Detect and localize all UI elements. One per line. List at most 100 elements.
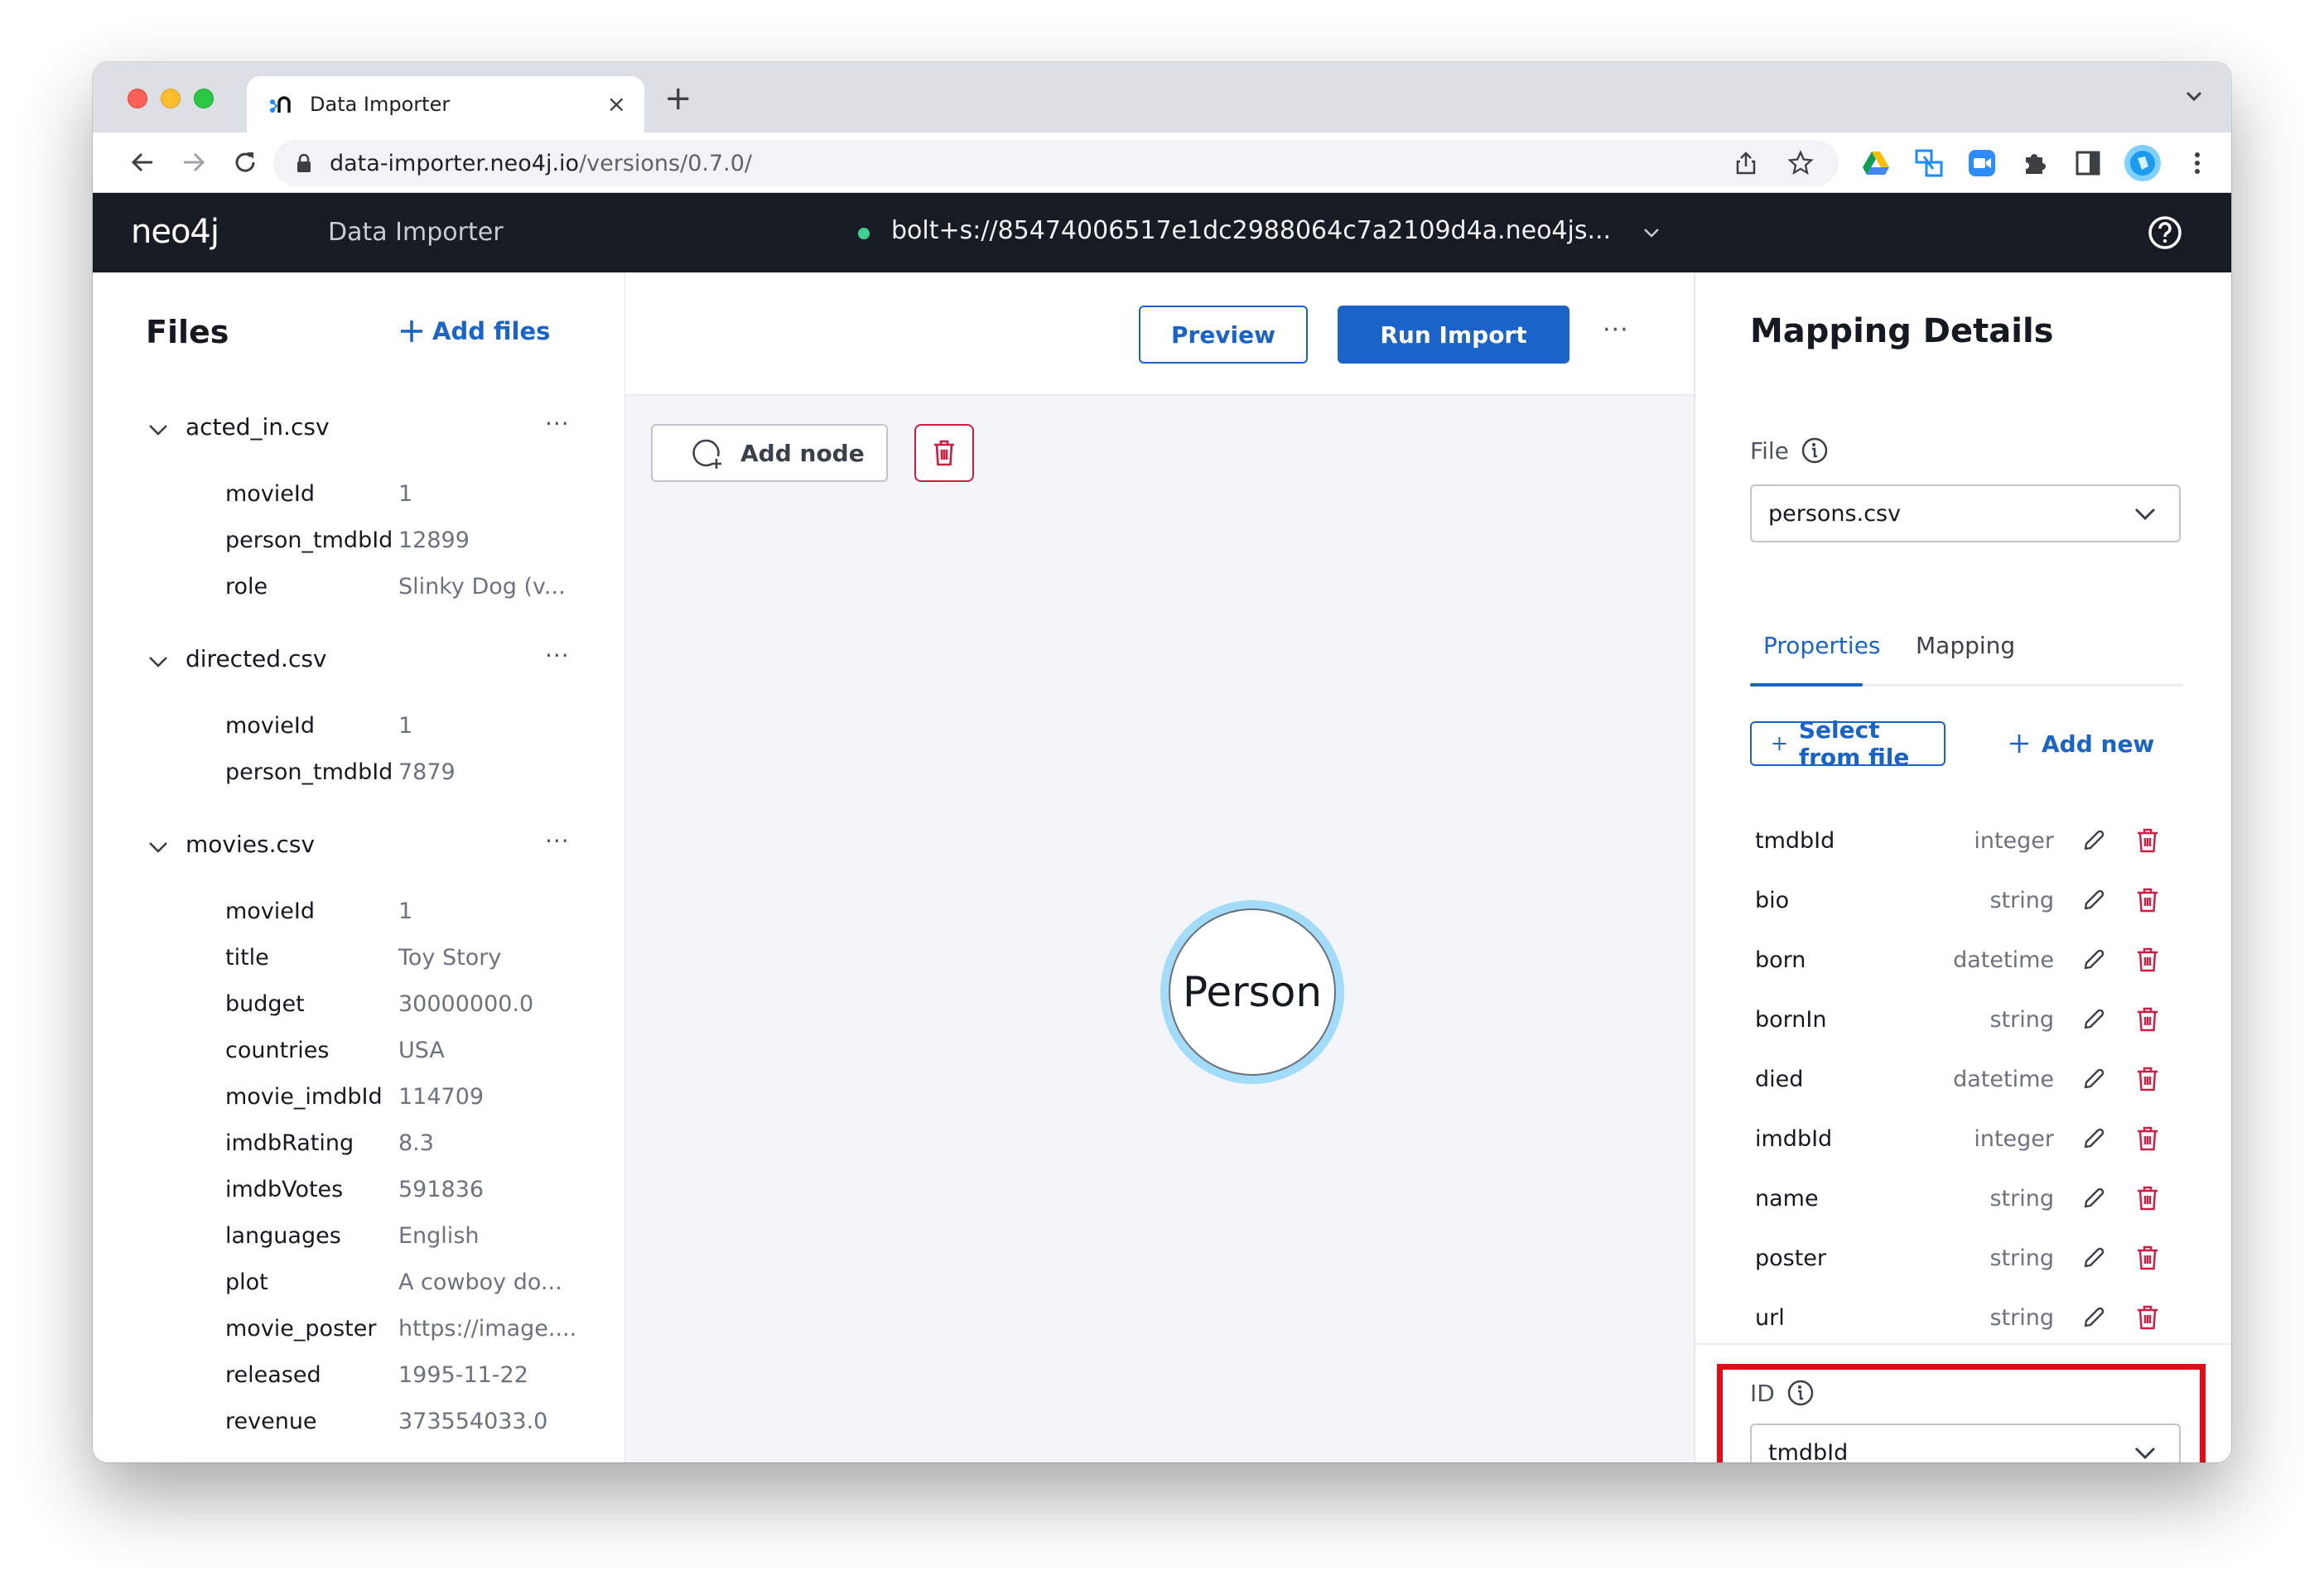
address-bar[interactable]: data-importer.neo4j.io /versions/0.7.0/ (273, 140, 1839, 186)
property-type: datetime (1953, 1067, 2054, 1092)
profile-avatar-icon[interactable] (2124, 144, 2162, 182)
trash-icon[interactable] (2136, 1186, 2159, 1211)
column-name: person_tmdbId (225, 759, 393, 785)
help-icon[interactable] (2147, 214, 2183, 251)
property-name: tmdbId (1755, 828, 1835, 854)
sidebar-icon[interactable] (2074, 149, 2102, 177)
add-new-property-button[interactable]: Add new (2008, 721, 2154, 766)
column-sample-value: English (398, 1223, 480, 1249)
file-column-row: movieId 1 (93, 705, 624, 751)
new-tab-button[interactable]: + (664, 80, 692, 117)
edit-pencil-icon[interactable] (2081, 1007, 2106, 1032)
file-column-row: title Toy Story (93, 937, 624, 983)
active-tab-indicator (1750, 683, 1863, 687)
file-column-row: role Slinky Dog (v... (93, 566, 624, 612)
lock-icon[interactable] (297, 153, 311, 173)
column-sample-value: 30000000.0 (398, 991, 534, 1017)
neo4j-favicon-icon (270, 96, 291, 113)
zoom-extension-icon[interactable] (1968, 149, 1996, 177)
browser-toolbar: data-importer.neo4j.io /versions/0.7.0/ (93, 132, 2231, 193)
property-type: integer (1974, 828, 2054, 854)
google-drive-icon[interactable] (1862, 149, 1890, 177)
column-name: movieId (225, 898, 316, 924)
minimize-window-button[interactable] (161, 89, 181, 108)
edit-pencil-icon[interactable] (2081, 1186, 2106, 1211)
property-name: bio (1755, 888, 1790, 913)
property-type: datetime (1953, 947, 2054, 973)
file-header[interactable]: directed.csv ··· (93, 637, 624, 687)
trash-icon[interactable] (2136, 1067, 2159, 1091)
select-from-file-label: Select from file (1798, 716, 1910, 771)
close-window-button[interactable] (128, 89, 147, 108)
url-host: data-importer.neo4j.io (330, 150, 580, 176)
connection-url[interactable]: bolt+s://85474006517e1dc2988064c7a2109d4… (891, 216, 1611, 245)
file-column-row: revenue 373554033.0 (93, 1400, 624, 1447)
extensions-puzzle-icon[interactable] (2021, 149, 2049, 177)
trash-icon[interactable] (2136, 1126, 2159, 1151)
more-options-icon[interactable]: ··· (1603, 316, 1629, 344)
trash-icon[interactable] (2136, 1245, 2159, 1270)
file-select[interactable]: persons.csv (1750, 484, 2181, 542)
trash-icon[interactable] (2136, 828, 2159, 853)
file-header[interactable]: movies.csv ··· (93, 822, 624, 872)
info-icon[interactable] (1801, 436, 1829, 465)
share-icon[interactable] (1733, 150, 1759, 176)
tab-properties[interactable]: Properties (1763, 632, 1881, 659)
tab-close-icon[interactable]: × (607, 89, 626, 119)
add-new-label: Add new (2042, 730, 2155, 758)
file-more-icon[interactable]: ··· (545, 827, 570, 855)
id-select[interactable]: tmdbId (1750, 1424, 2181, 1462)
run-import-button[interactable]: Run Import (1338, 306, 1569, 364)
file-column-row: imdbRating 8.3 (93, 1122, 624, 1168)
tab-mapping[interactable]: Mapping (1916, 632, 2015, 659)
node-person[interactable]: Person (1160, 900, 1344, 1084)
bookmark-star-icon[interactable] (1787, 150, 1814, 176)
property-row: died datetime (1695, 1052, 2231, 1111)
chevron-down-icon (2134, 1447, 2156, 1460)
select-from-file-button[interactable]: Select from file (1750, 716, 1946, 771)
add-files-button[interactable]: Add files (399, 317, 550, 345)
forward-icon[interactable] (179, 147, 209, 177)
file-header[interactable]: acted_in.csv ··· (93, 405, 624, 455)
screen-share-extension-icon[interactable] (1915, 149, 1943, 177)
property-row: bio string (1695, 873, 2231, 932)
delete-button[interactable] (914, 424, 974, 482)
id-label-text: ID (1750, 1379, 1775, 1407)
trash-icon[interactable] (2136, 1007, 2159, 1032)
chevron-down-icon[interactable] (147, 653, 169, 670)
preview-button[interactable]: Preview (1139, 306, 1308, 364)
edit-pencil-icon[interactable] (2081, 1126, 2106, 1151)
file-column-row: movie_imdbId 114709 (93, 1076, 624, 1122)
files-panel: Files Add files acted_in.csv ··· movieId 1 p… (93, 272, 625, 1462)
chevron-down-icon[interactable] (147, 422, 169, 438)
tab-search-chevron-icon[interactable] (2182, 84, 2206, 108)
trash-icon[interactable] (2136, 888, 2159, 913)
reload-icon[interactable] (230, 147, 260, 177)
file-more-icon[interactable]: ··· (545, 642, 570, 669)
edit-pencil-icon[interactable] (2081, 947, 2106, 972)
neo4j-logo[interactable]: neo4j (131, 213, 219, 251)
chevron-down-icon[interactable] (147, 839, 169, 855)
browser-tab[interactable]: Data Importer × (247, 76, 644, 132)
chevron-down-icon[interactable] (1640, 221, 1663, 244)
trash-icon[interactable] (2136, 947, 2159, 972)
column-sample-value: 114709 (398, 1084, 485, 1110)
edit-pencil-icon[interactable] (2081, 1067, 2106, 1091)
browser-menu-icon[interactable] (2183, 149, 2211, 177)
files-title: Files (146, 314, 229, 350)
file-column-row: movie_poster https://image.... (93, 1308, 624, 1354)
file-name: directed.csv (186, 645, 327, 672)
graph-canvas[interactable]: Preview Run Import ··· Add node Person (625, 272, 1694, 1462)
edit-pencil-icon[interactable] (2081, 888, 2106, 913)
edit-pencil-icon[interactable] (2081, 1245, 2106, 1270)
plus-icon (2010, 735, 2028, 753)
maximize-window-button[interactable] (194, 89, 214, 108)
trash-icon[interactable] (2136, 1305, 2159, 1330)
edit-pencil-icon[interactable] (2081, 828, 2106, 853)
add-node-button[interactable]: Add node (651, 424, 888, 482)
back-icon[interactable] (128, 147, 157, 177)
property-type: integer (1974, 1126, 2054, 1152)
info-icon[interactable] (1786, 1379, 1815, 1407)
edit-pencil-icon[interactable] (2081, 1305, 2106, 1330)
file-more-icon[interactable]: ··· (545, 410, 570, 437)
